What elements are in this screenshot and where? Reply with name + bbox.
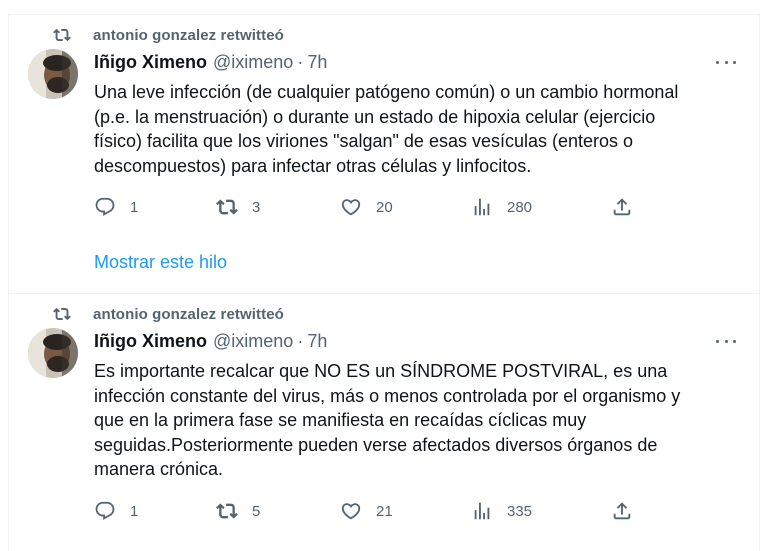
author-handle[interactable]: @iximeno [213,52,293,73]
separator: · [297,330,304,351]
retweet-button[interactable]: 5 [216,496,260,526]
share-button[interactable] [611,192,633,222]
avatar[interactable] [28,49,78,99]
author-name[interactable]: Iñigo Ximeno [94,52,207,73]
retweet-button[interactable]: 3 [216,192,260,222]
retweet-icon [53,26,71,44]
retweet-icon [216,199,238,215]
show-thread-link[interactable]: Mostrar este hilo [94,252,227,273]
like-count: 20 [376,198,393,216]
tweet-text-line: infección constante del virus, más o men… [94,385,681,406]
tweet-text: Es importante recalcar que NO ES un SÍND… [94,359,734,482]
tweet-text-line: descompuestos) para infectar otras célul… [94,155,532,176]
views-chart-icon [474,502,490,520]
tweet-text: Una leve infección (de cualquier patógen… [94,80,734,178]
share-icon [613,198,631,216]
heart-icon [341,503,361,520]
reply-count: 1 [130,198,139,216]
tweet-text-line: manera crónica. [94,459,224,479]
avatar[interactable] [28,328,78,378]
tweet-text-line: seguidas.Posteriormente pueden verse afe… [94,434,658,455]
views-button[interactable]: 335 [471,496,532,526]
retweet-context: antonio gonzalez retwitteó [53,304,284,324]
share-button[interactable] [611,496,633,526]
reply-count: 1 [130,502,139,520]
more-dots-icon[interactable] [716,54,736,70]
tweet-text-line: Una leve infección (de cualquier patógen… [94,82,679,102]
tweet-text-line: Es importante recalcar que NO ES un SÍND… [94,361,668,381]
author-name[interactable]: Iñigo Ximeno [94,331,207,352]
retweet-label[interactable]: antonio gonzalez retwitteó [93,27,284,44]
action-bar: 1 5 21 335 [94,496,654,526]
tweet-text-line: físico) facilita que los viriones "salga… [94,131,634,151]
action-bar: 1 3 20 280 [94,192,654,222]
retweet-icon [216,503,238,519]
like-button[interactable]: 21 [340,496,393,526]
retweet-icon [53,305,71,323]
share-icon [613,502,631,520]
reply-button[interactable]: 1 [94,192,138,222]
reply-icon [95,501,115,520]
view-count: 335 [507,502,533,520]
views-chart-icon [474,198,490,216]
retweet-count: 3 [252,198,261,216]
retweet-context: antonio gonzalez retwitteó [53,25,284,45]
author-handle[interactable]: @iximeno [213,331,293,352]
reply-button[interactable]: 1 [94,496,138,526]
timeline: antonio gonzalez retwitteó Iñigo Ximeno … [8,14,760,551]
tweet-header: Iñigo Ximeno @iximeno · 7h [94,330,327,352]
tweet-header: Iñigo Ximeno @iximeno · 7h [94,51,327,73]
tweet[interactable]: antonio gonzalez retwitteó Iñigo Ximeno … [9,294,759,550]
separator: · [297,51,304,72]
more-dots-icon[interactable] [716,333,736,349]
tweet-text-line: (p.e. la menstruación) o durante un esta… [94,106,656,127]
retweet-label[interactable]: antonio gonzalez retwitteó [93,306,284,323]
views-button[interactable]: 280 [471,192,532,222]
tweet-text-line: que en la primera fase se manifiesta en … [94,410,587,430]
view-count: 280 [507,198,533,216]
heart-icon [341,199,361,216]
retweet-count: 5 [252,502,261,520]
reply-icon [95,197,115,216]
like-button[interactable]: 20 [340,192,393,222]
tweet[interactable]: antonio gonzalez retwitteó Iñigo Ximeno … [9,15,759,294]
timestamp[interactable]: 7h [307,52,327,73]
like-count: 21 [376,502,393,520]
timestamp[interactable]: 7h [307,331,327,352]
